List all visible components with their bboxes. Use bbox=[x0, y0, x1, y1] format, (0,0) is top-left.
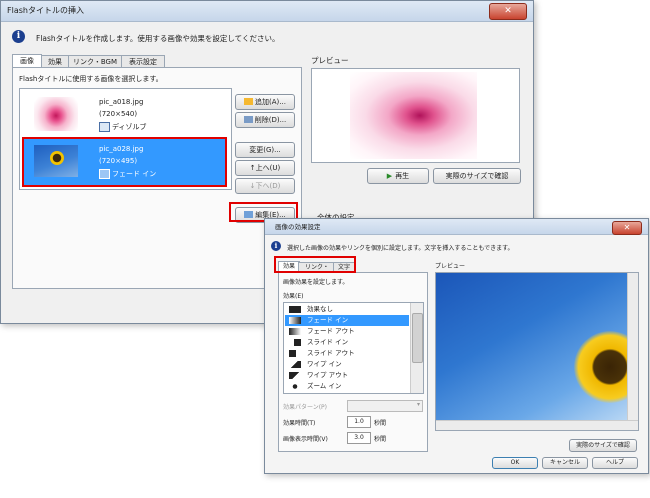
effect-pattern-label: 効果パターン(P) bbox=[283, 404, 328, 411]
effect-thumbnail-icon bbox=[289, 372, 301, 379]
effect-thumbnail-icon bbox=[289, 317, 301, 324]
play-icon: ▶ bbox=[386, 172, 393, 180]
delete-icon bbox=[243, 116, 253, 123]
effect-dialog-title: 画像の効果設定 bbox=[275, 223, 321, 231]
image-list-item[interactable]: pic_a018.jpg (720×540) ディゾルブ bbox=[22, 93, 227, 135]
preview-horizontal-scrollbar[interactable] bbox=[436, 420, 638, 430]
cancel-button[interactable]: キャンセル bbox=[542, 457, 588, 469]
effect-thumbnail-icon bbox=[289, 383, 301, 390]
display-time-spinner[interactable]: 3.0 bbox=[347, 432, 371, 444]
effect-list-scrollbar[interactable] bbox=[410, 303, 423, 393]
main-titlebar: Flashタイトルの挿入 ✕ bbox=[1, 1, 533, 22]
display-time-value: 3.0 bbox=[354, 434, 364, 441]
main-preview-area bbox=[311, 68, 520, 163]
effect-list[interactable]: 効果なし フェード イン フェード アウト スライド イン スライド アウト ワ… bbox=[283, 302, 424, 394]
preview-vertical-scrollbar[interactable] bbox=[627, 273, 638, 421]
info-icon: i bbox=[12, 30, 25, 43]
effect-option[interactable]: ズーム イン bbox=[285, 381, 409, 392]
image-size: (720×540) bbox=[99, 110, 138, 118]
change-button[interactable]: 変更(G)... bbox=[235, 142, 295, 158]
effect-time-unit: 秒間 bbox=[374, 420, 387, 427]
delete-button[interactable]: 削除(D)... bbox=[235, 112, 295, 128]
effect-option[interactable]: ワイプ イン bbox=[285, 359, 409, 370]
play-button[interactable]: ▶ 再生 bbox=[367, 168, 429, 184]
main-close-button[interactable]: ✕ bbox=[489, 3, 527, 20]
move-up-button[interactable]: ↑上へ(U) bbox=[235, 160, 295, 176]
help-button[interactable]: ヘルプ bbox=[592, 457, 638, 469]
add-icon bbox=[244, 98, 254, 105]
effect-info-text: 選択した画像の効果やリンクを個別に設定します。文字を挿入することもできます。 bbox=[287, 245, 514, 252]
effect-thumbnail-icon bbox=[289, 306, 301, 313]
effect-preview-label: プレビュー bbox=[435, 263, 466, 270]
move-down-button[interactable]: ↓下へ(D) bbox=[235, 178, 295, 194]
image-thumbnail-flower bbox=[34, 97, 78, 131]
preview-image-flower bbox=[350, 72, 477, 159]
effect-thumbnail-icon bbox=[289, 328, 301, 335]
effect-time-value: 1.0 bbox=[354, 418, 364, 425]
effect-section-label: 画像効果を設定します。 bbox=[283, 279, 349, 286]
main-preview-label: プレビュー bbox=[311, 56, 349, 65]
effect-icon bbox=[99, 122, 110, 132]
effect-pattern-select[interactable]: ▾ bbox=[347, 400, 423, 412]
image-effect: ディゾルブ bbox=[112, 123, 147, 131]
scrollbar-thumb[interactable] bbox=[412, 313, 423, 363]
effect-option[interactable]: スライド アウト bbox=[285, 348, 409, 359]
effect-time-label: 効果時間(T) bbox=[283, 420, 316, 427]
effect-titlebar: 画像の効果設定 ✕ bbox=[265, 219, 648, 235]
effect-close-button[interactable]: ✕ bbox=[612, 221, 642, 235]
effect-option[interactable]: 効果なし bbox=[285, 304, 409, 315]
effect-option[interactable]: フェード アウト bbox=[285, 326, 409, 337]
main-info-text: Flashタイトルを作成します。使用する画像や効果を設定してください。 bbox=[36, 34, 280, 43]
chevron-down-icon: ▾ bbox=[416, 401, 420, 408]
effect-option[interactable]: スライド イン bbox=[285, 337, 409, 348]
main-dialog-title: Flashタイトルの挿入 bbox=[7, 6, 84, 15]
effect-option-selected[interactable]: フェード イン bbox=[285, 315, 409, 326]
info-icon: i bbox=[271, 241, 281, 251]
effect-list-label: 効果(E) bbox=[283, 293, 304, 300]
effect-thumbnail-icon bbox=[289, 361, 301, 368]
actual-size-button[interactable]: 実際のサイズで確認 bbox=[433, 168, 521, 184]
image-filename: pic_a018.jpg bbox=[99, 98, 144, 106]
highlight-selected-image bbox=[22, 137, 227, 187]
add-button[interactable]: 追加(A)... bbox=[235, 94, 295, 110]
ok-button[interactable]: OK bbox=[492, 457, 538, 469]
effect-time-spinner[interactable]: 1.0 bbox=[347, 416, 371, 428]
effect-tab-panel: 画像効果を設定します。 効果(E) 効果なし フェード イン フェード アウト … bbox=[278, 272, 428, 452]
display-time-unit: 秒間 bbox=[374, 436, 387, 443]
tab-image[interactable]: 画像 bbox=[12, 54, 42, 68]
image-section-label: Flashタイトルに使用する画像を選択します。 bbox=[19, 75, 163, 83]
effect-option[interactable]: ワイプ アウト bbox=[285, 370, 409, 381]
preview-image-sunflower bbox=[436, 273, 638, 421]
effect-actual-size-button[interactable]: 実際のサイズで確認 bbox=[569, 439, 637, 452]
effect-thumbnail-icon bbox=[289, 339, 301, 346]
effect-thumbnail-icon bbox=[289, 350, 301, 357]
display-time-label: 画像表示時間(V) bbox=[283, 436, 328, 443]
highlight-effect-tabs bbox=[274, 256, 356, 273]
effect-preview-area bbox=[435, 272, 639, 431]
